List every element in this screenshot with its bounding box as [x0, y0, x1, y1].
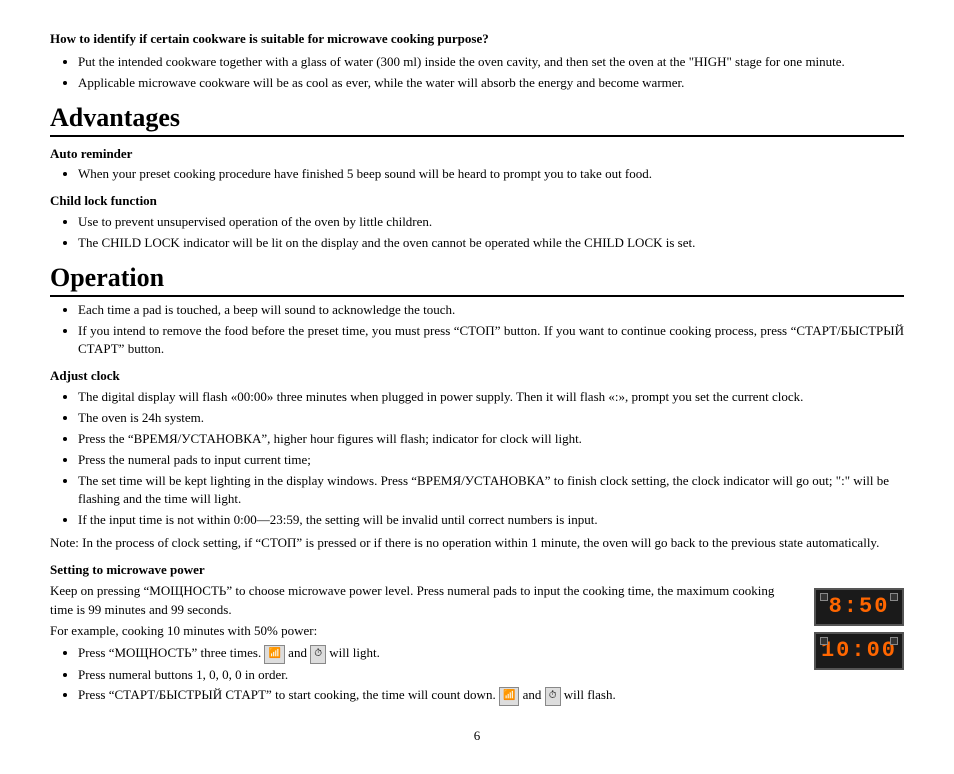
- adjust-clock-heading: Adjust clock: [50, 367, 904, 386]
- and-text-2: and: [523, 687, 542, 702]
- adjust-clock-bullet-2: The oven is 24h system.: [78, 409, 904, 428]
- icon-moshnost-2: 📶: [499, 687, 519, 706]
- auto-reminder-bullets: When your preset cooking procedure have …: [78, 165, 904, 184]
- icon-timer-2: ⏱: [545, 687, 561, 706]
- display-text-1: 8:50: [829, 594, 890, 619]
- child-lock-bullet-2: The CHILD LOCK indicator will be lit on …: [78, 234, 904, 253]
- advantages-section: Advantages Auto reminder When your prese…: [50, 103, 904, 253]
- display-indicator-top-right-1: [890, 593, 898, 601]
- child-lock-heading: Child lock function: [50, 192, 904, 211]
- intro-section: How to identify if certain cookware is s…: [50, 30, 904, 93]
- microwave-power-example-intro: For example, cooking 10 minutes with 50%…: [50, 622, 904, 641]
- adjust-clock-bullet-5: The set time will be kept lighting in th…: [78, 472, 904, 510]
- display-box-1: 8:50: [814, 588, 904, 626]
- operation-bullets: Each time a pad is touched, a beep will …: [78, 301, 904, 360]
- display-indicator-top-left-2: [820, 637, 828, 645]
- operation-section: Operation Each time a pad is touched, a …: [50, 263, 904, 710]
- microwave-power-content: 8:50 10:00 Keep on pressing “МОЩНОСТЬ” t…: [50, 582, 904, 710]
- page-number: 6: [50, 728, 904, 744]
- microwave-power-intro: Keep on pressing “МОЩНОСТЬ” to choose mi…: [50, 582, 904, 620]
- auto-reminder-heading: Auto reminder: [50, 145, 904, 164]
- adjust-clock-bullets: The digital display will flash «00:00» t…: [78, 388, 904, 530]
- child-lock-bullets: Use to prevent unsupervised operation of…: [78, 213, 904, 253]
- auto-reminder-text: When your preset cooking procedure have …: [78, 165, 904, 184]
- operation-bullet-2: If you intend to remove the food before …: [78, 322, 904, 360]
- display-indicator-top-right-2: [890, 637, 898, 645]
- and-text-1: and: [288, 645, 307, 660]
- intro-bullet-2: Applicable microwave cookware will be as…: [78, 74, 904, 93]
- adjust-clock-bullet-3: Press the “ВРЕМЯ/УСТАНОВКА”, higher hour…: [78, 430, 904, 449]
- microwave-power-heading: Setting to microwave power: [50, 561, 904, 580]
- microwave-power-bullet-3: Press “СТАРТ/БЫСТРЫЙ СТАРТ” to start coo…: [78, 686, 904, 705]
- display-area: 8:50 10:00: [814, 588, 904, 670]
- display-text-2: 10:00: [821, 638, 897, 663]
- adjust-clock-bullet-4: Press the numeral pads to input current …: [78, 451, 904, 470]
- display-indicator-top-left-1: [820, 593, 828, 601]
- intro-question: How to identify if certain cookware is s…: [50, 30, 904, 49]
- adjust-clock-note: Note: In the process of clock setting, i…: [50, 534, 904, 553]
- operation-heading: Operation: [50, 263, 904, 297]
- child-lock-bullet-1: Use to prevent unsupervised operation of…: [78, 213, 904, 232]
- intro-bullet-1: Put the intended cookware together with …: [78, 53, 904, 72]
- advantages-heading: Advantages: [50, 103, 904, 137]
- microwave-power-bullet-1: Press “МОЩНОСТЬ” three times. 📶 and ⏱ wi…: [78, 644, 904, 663]
- adjust-clock-bullet-6: If the input time is not within 0:00—23:…: [78, 511, 904, 530]
- intro-bullets: Put the intended cookware together with …: [78, 53, 904, 93]
- display-box-2: 10:00: [814, 632, 904, 670]
- icon-moshnost: 📶: [264, 645, 284, 664]
- operation-bullet-1: Each time a pad is touched, a beep will …: [78, 301, 904, 320]
- icon-timer: ⏱: [310, 645, 326, 664]
- adjust-clock-bullet-1: The digital display will flash «00:00» t…: [78, 388, 904, 407]
